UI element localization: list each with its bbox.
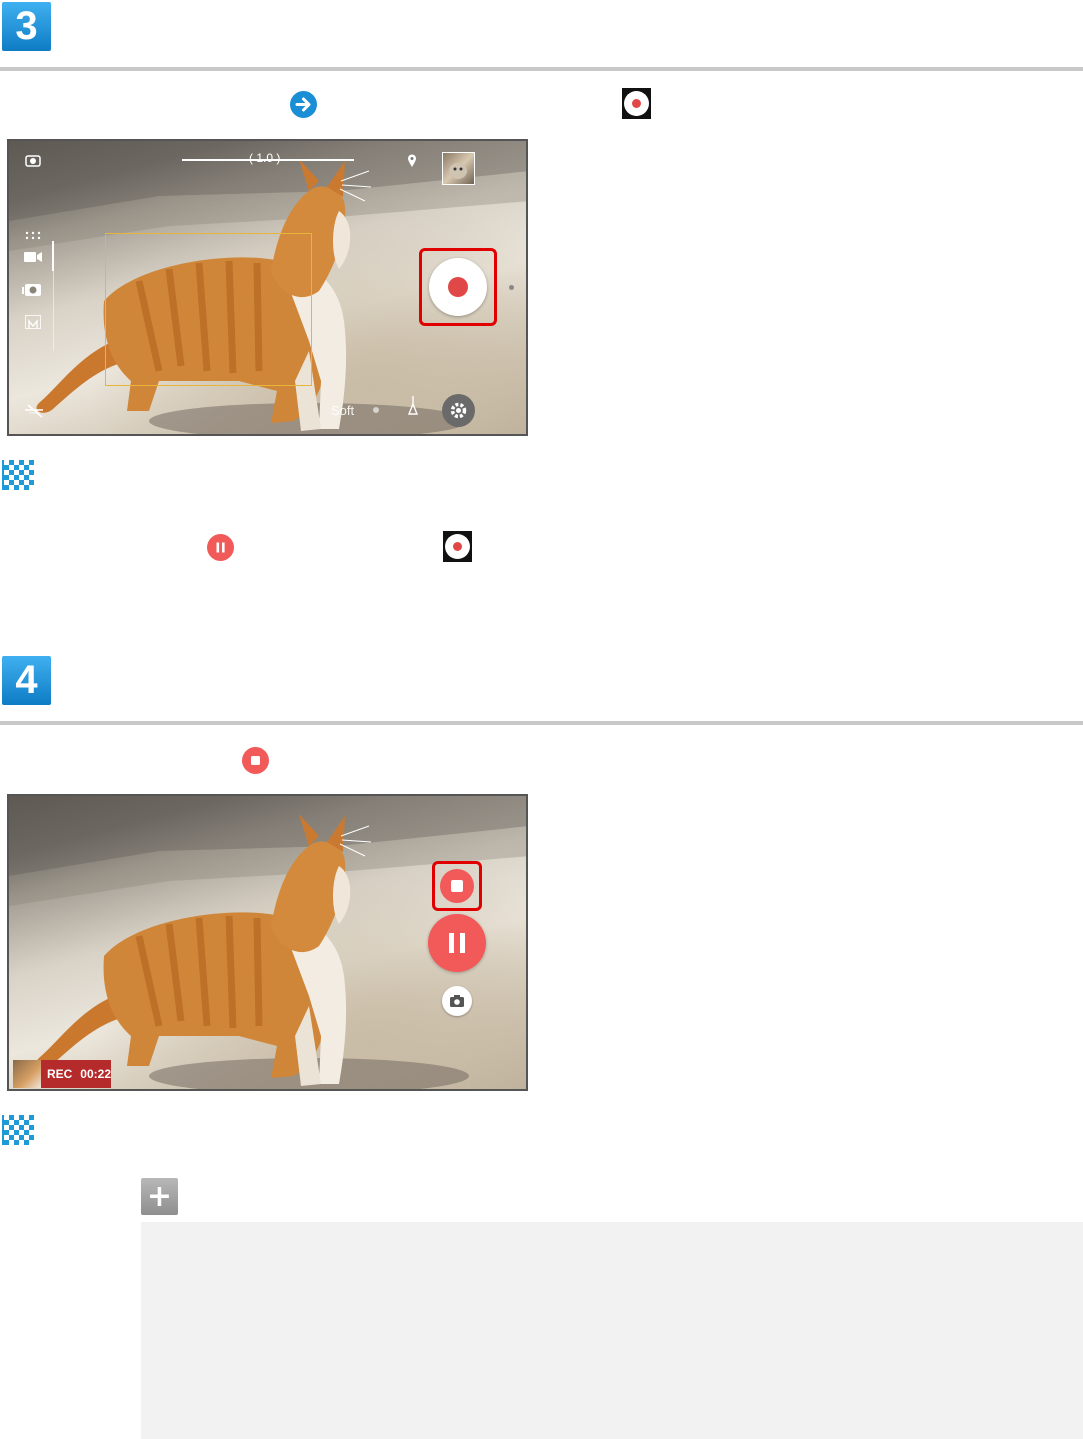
step-4-badge: 4 <box>2 656 51 705</box>
flash-off-icon[interactable] <box>23 401 45 419</box>
pause-icon <box>449 933 465 953</box>
step-4-number: 4 <box>15 658 38 702</box>
zoom-label: ( 1.0 ) <box>249 151 281 165</box>
step-3-number: 3 <box>15 4 38 48</box>
arrow-right-icon <box>290 91 317 118</box>
location-pin-icon <box>407 153 417 167</box>
zoom-value: 1.0 <box>256 151 274 165</box>
plus-icon[interactable]: + <box>141 1178 178 1215</box>
effect-icon[interactable] <box>405 394 421 416</box>
record-icon <box>622 88 651 119</box>
rec-label: REC <box>47 1067 73 1081</box>
mode-indicator-line <box>52 241 54 271</box>
snapshot-button[interactable] <box>442 986 472 1016</box>
step-3-divider <box>0 67 1083 71</box>
mode-dot <box>509 285 514 290</box>
step-3-badge: 3 <box>2 2 51 51</box>
pause-button[interactable] <box>428 914 486 972</box>
note-box <box>141 1222 1083 1439</box>
pause-icon <box>207 534 234 561</box>
mode-grid-icon[interactable] <box>24 225 42 240</box>
stop-button[interactable] <box>440 869 474 903</box>
rec-time: 00:22 <box>80 1067 111 1081</box>
recording-screen: REC 00:22 <box>7 794 528 1091</box>
plus-symbol: + <box>146 1179 173 1214</box>
settings-button[interactable] <box>442 394 475 427</box>
focus-frame <box>105 233 312 386</box>
record-button[interactable] <box>429 258 487 316</box>
camera-preview-screen: ( 1.0 ) Soft <box>7 139 528 436</box>
camera-icon <box>450 995 464 1007</box>
photo-mode-icon[interactable] <box>21 281 45 297</box>
stop-square-icon <box>451 880 463 892</box>
rec-badge: REC 00:22 <box>41 1060 111 1088</box>
gallery-thumbnail[interactable] <box>442 152 475 185</box>
manual-mode-icon[interactable] <box>25 315 41 329</box>
step-4-divider <box>0 721 1083 725</box>
record-icon <box>443 531 472 562</box>
scene-label: Soft <box>331 403 355 418</box>
flag-icon <box>2 460 34 490</box>
rec-thumbnail <box>13 1060 41 1088</box>
stop-icon <box>242 747 269 774</box>
video-mode-icon[interactable] <box>23 249 43 263</box>
scene-indicator <box>373 407 379 413</box>
flag-icon <box>2 1115 34 1145</box>
switch-camera-icon[interactable] <box>23 153 43 169</box>
record-dot-icon <box>448 277 468 297</box>
mode-track-line <box>53 271 54 351</box>
